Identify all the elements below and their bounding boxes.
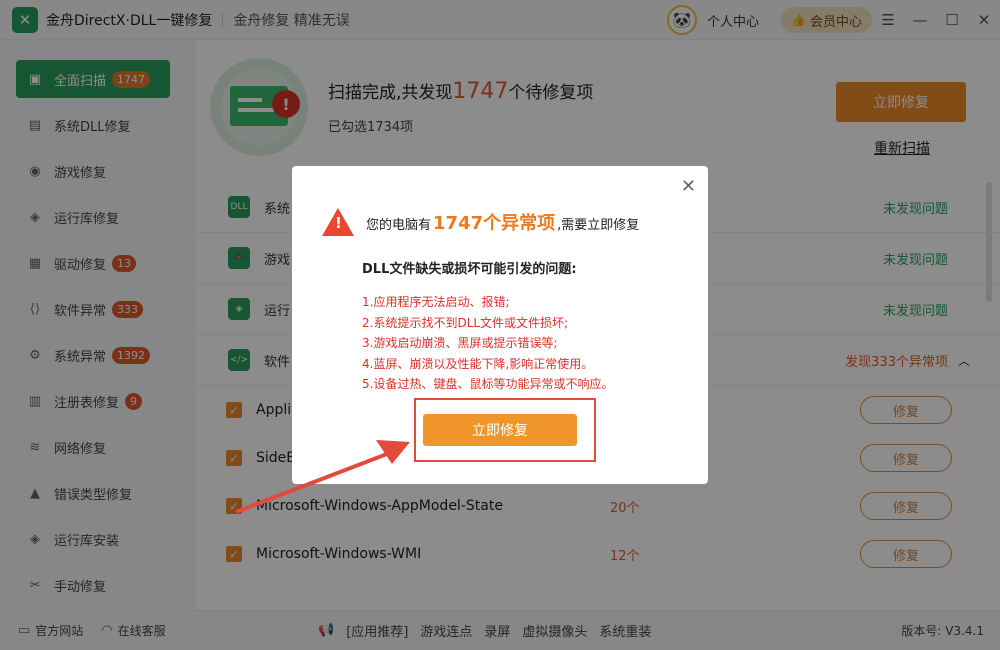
close-icon[interactable]: ✕: [681, 176, 696, 197]
issue-item: 2.系统提示找不到DLL文件或文件损坏;: [362, 315, 569, 330]
dialog-headline: 您的电脑有 1747个异常项 ,需要立即修复: [366, 209, 639, 235]
dialog-subtitle: DLL文件缺失或损坏可能引发的问题:: [362, 262, 577, 277]
issue-item: 3.游戏启动崩溃、黑屏或提示错误等;: [362, 336, 558, 350]
dialog-fix-now-button[interactable]: 立即修复: [423, 414, 577, 446]
issue-item: 4.蓝屏、崩溃以及性能下降,影响正常使用。: [362, 356, 594, 371]
dialog-header: ! 您的电脑有 1747个异常项 ,需要立即修复: [322, 208, 639, 236]
issue-item: 5.设备过热、键盘、鼠标等功能异常或不响应。: [362, 377, 614, 391]
repair-alert-dialog: ✕ ! 您的电脑有 1747个异常项 ,需要立即修复 DLL文件缺失或损坏可能引发的…: [292, 166, 708, 484]
issue-list: 1.应用程序无法启动、报错; 2.系统提示找不到DLL文件或文件损坏; 3.游戏…: [362, 292, 613, 395]
issue-item: 1.应用程序无法启动、报错;: [362, 295, 510, 309]
warning-icon: !: [322, 208, 354, 236]
dialog-headline-suffix: ,需要立即修复: [557, 218, 640, 233]
dialog-headline-prefix: 您的电脑有: [366, 218, 432, 233]
dialog-headline-count: 1747个异常项: [433, 213, 556, 234]
